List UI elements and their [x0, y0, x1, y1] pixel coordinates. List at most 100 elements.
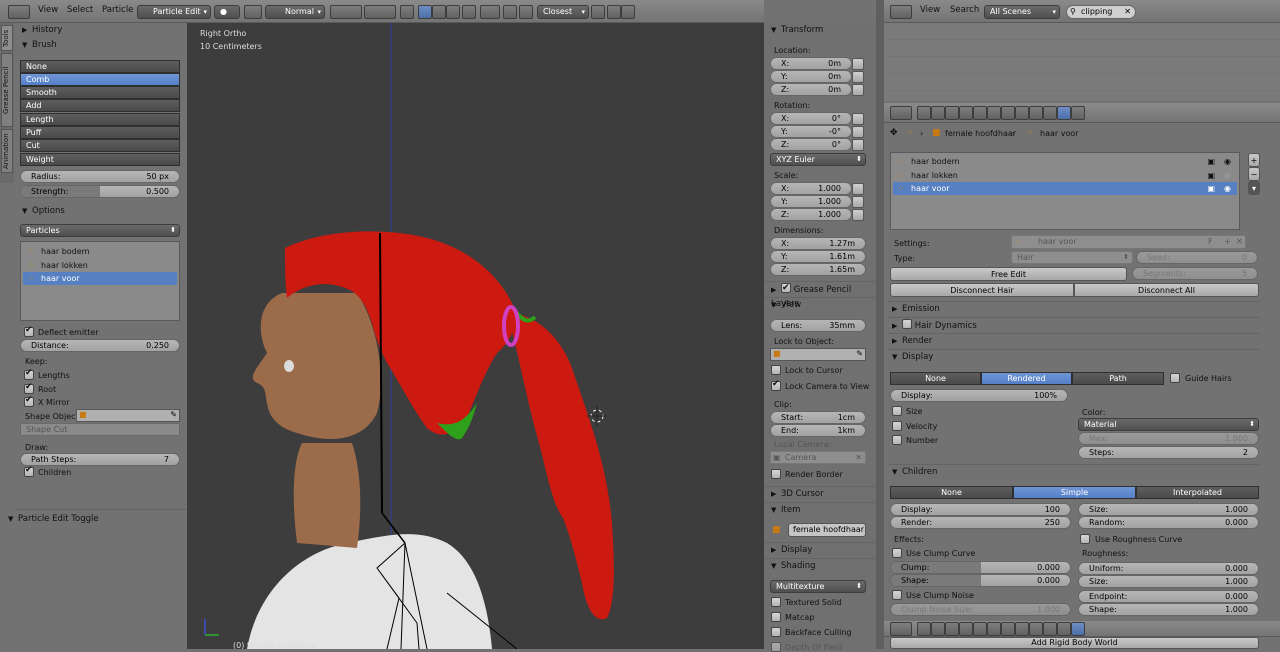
keep-root-checkbox[interactable]	[24, 382, 34, 394]
dimension-x[interactable]: X: 1.27m	[770, 237, 866, 250]
material-tab-icon[interactable]	[1029, 622, 1043, 636]
children-render-field[interactable]: Render: 250	[890, 516, 1071, 529]
world-tab-icon[interactable]	[959, 622, 973, 636]
draw-children-checkbox[interactable]	[24, 465, 34, 477]
clip-end-field[interactable]: End: 1km	[770, 424, 866, 437]
lock-icon[interactable]	[852, 183, 864, 195]
light-icon[interactable]	[462, 5, 476, 19]
menu-view[interactable]: View	[38, 5, 58, 15]
tab-animation[interactable]: Animation	[1, 129, 13, 173]
display-mode-path[interactable]: Path	[1072, 372, 1164, 385]
backface-culling-checkbox[interactable]	[771, 627, 781, 637]
size-checkbox[interactable]	[892, 406, 902, 416]
data-tab-icon[interactable]	[1015, 622, 1029, 636]
eye-icon[interactable]: ◉	[1224, 169, 1231, 182]
brush-weight[interactable]: Weight	[20, 153, 180, 166]
eyedropper-icon[interactable]: ✎	[856, 349, 863, 358]
roughness-size-field[interactable]: Size: 1.000	[1078, 575, 1259, 588]
eye-icon[interactable]: ◉	[1224, 182, 1231, 195]
brush-panel-header[interactable]: ▼ Brush	[22, 38, 57, 52]
select-tip-icon[interactable]	[446, 5, 460, 19]
constraints-tab-icon[interactable]	[987, 106, 1001, 120]
lock-icon[interactable]	[852, 58, 864, 70]
remove-system-button[interactable]: −	[1248, 167, 1260, 181]
shape-slider[interactable]: Shape: 0.000	[890, 574, 1071, 587]
3d-viewport[interactable]: Right Ortho 10 Centimeters (0) female ho…	[187, 23, 764, 649]
list-item[interactable]: ⁘ haar bodem ▣ ◉	[893, 155, 1237, 168]
children-size-field[interactable]: Size: 1.000	[1078, 503, 1259, 516]
render-panel-header[interactable]: ▶ Render	[892, 334, 932, 348]
path-steps-field[interactable]: Path Steps: 7	[20, 453, 180, 466]
brush-none[interactable]: None	[20, 60, 180, 73]
emission-panel-header[interactable]: ▶ Emission	[892, 302, 940, 316]
search-input[interactable]: ⚲ clipping ✕	[1066, 5, 1136, 19]
gp-layers-panel-header[interactable]: ▶ Grease Pencil Layers	[771, 281, 876, 309]
eyedropper-icon[interactable]: ✎	[170, 410, 177, 419]
clear-icon[interactable]: ✕	[1124, 6, 1131, 18]
endpoint-field[interactable]: Endpoint: 0.000	[1078, 590, 1259, 603]
location-y[interactable]: Y: 0m	[770, 70, 852, 83]
render-tab-icon[interactable]	[917, 106, 931, 120]
render-icon[interactable]: ▣	[1207, 169, 1215, 182]
display-mode-dropdown[interactable]: All Scenes ▾	[984, 5, 1060, 19]
hair-dynamics-checkbox[interactable]	[902, 319, 912, 329]
editor-type-button-outliner[interactable]	[890, 5, 912, 19]
layers-grid-icon[interactable]	[330, 5, 362, 19]
physics-tab-icon[interactable]	[1071, 106, 1085, 120]
texture-tab-icon[interactable]	[1043, 622, 1057, 636]
lock-object-field[interactable]: ■ ✎	[770, 348, 866, 361]
transform-panel-header[interactable]: ▼ Transform	[771, 23, 823, 37]
children-mode-none[interactable]: None	[890, 486, 1013, 499]
eye-icon[interactable]: ◉	[1224, 155, 1231, 168]
render-icon[interactable]: ▣	[1207, 155, 1215, 168]
specials-menu-button[interactable]: ▾	[1248, 181, 1260, 195]
render-icon[interactable]: ▣	[1207, 182, 1215, 195]
dimension-y[interactable]: Y: 1.61m	[770, 250, 866, 263]
display-panel-header[interactable]: ▼ Display	[892, 350, 933, 364]
pivot-icon[interactable]	[244, 5, 262, 19]
render-layers-tab-icon[interactable]	[931, 106, 945, 120]
use-clump-curve-checkbox[interactable]	[892, 548, 902, 558]
scale-y[interactable]: Y: 1.000	[770, 195, 852, 208]
rotation-y[interactable]: Y: -0°	[770, 125, 852, 138]
brush-puff[interactable]: Puff	[20, 126, 180, 139]
lock-to-cursor-checkbox[interactable]	[771, 365, 781, 375]
scale-z[interactable]: Z: 1.000	[770, 208, 852, 221]
mode-dropdown[interactable]: Particle Edit ▾	[137, 5, 211, 19]
scene-tab-icon[interactable]	[945, 106, 959, 120]
menu-particle[interactable]: Particle	[102, 5, 133, 15]
item-name-field[interactable]: female hoofdhaar	[788, 523, 866, 537]
roughness-shape-field[interactable]: Shape: 1.000	[1078, 603, 1259, 616]
use-roughness-curve-checkbox[interactable]	[1080, 534, 1090, 544]
scale-x[interactable]: X: 1.000	[770, 182, 852, 195]
edit-type-dropdown[interactable]: Particles ⬍	[20, 224, 180, 237]
lens-field[interactable]: Lens: 35mm	[770, 319, 866, 332]
number-checkbox[interactable]	[892, 435, 902, 445]
close-icon[interactable]: ✕	[1236, 236, 1243, 248]
lock-icon[interactable]	[852, 84, 864, 96]
menu-select[interactable]: Select	[67, 5, 93, 15]
particle-edit-toggle-header[interactable]: ▼ Particle Edit Toggle	[8, 512, 99, 526]
editor-type-button-properties-2[interactable]	[890, 622, 912, 636]
display-mode-rendered[interactable]: Rendered	[981, 372, 1072, 385]
clip-start-field[interactable]: Start: 1cm	[770, 411, 866, 424]
rotation-z[interactable]: Z: 0°	[770, 138, 852, 151]
keep-lengths-checkbox[interactable]	[24, 368, 34, 380]
matcap-checkbox[interactable]	[771, 612, 781, 622]
texture-tab-icon[interactable]	[1043, 106, 1057, 120]
free-edit-button[interactable]: Free Edit	[890, 267, 1127, 281]
editor-type-button-properties[interactable]	[890, 106, 912, 120]
textured-solid-checkbox[interactable]	[771, 597, 781, 607]
local-camera-field[interactable]: ▣ Camera ✕	[770, 451, 866, 464]
display-percentage-field[interactable]: Display: 100%	[890, 389, 1068, 402]
list-item[interactable]: ⁘ haar bodem	[23, 245, 177, 258]
render-layers-tab-icon[interactable]	[931, 622, 945, 636]
list-item[interactable]: ⁘ haar voor ▣ ◉	[893, 182, 1237, 195]
color-dropdown[interactable]: Material ⬍	[1078, 418, 1259, 431]
segments-field[interactable]: Segments: 5	[1132, 267, 1258, 280]
area-divider[interactable]	[876, 0, 884, 649]
shading-panel-header[interactable]: ▼ Shading	[771, 559, 816, 573]
clump-noise-size-field[interactable]: Clump Noise Size: 1.000	[890, 603, 1071, 616]
lock-icon[interactable]	[852, 113, 864, 125]
add-system-button[interactable]: +	[1248, 153, 1260, 167]
